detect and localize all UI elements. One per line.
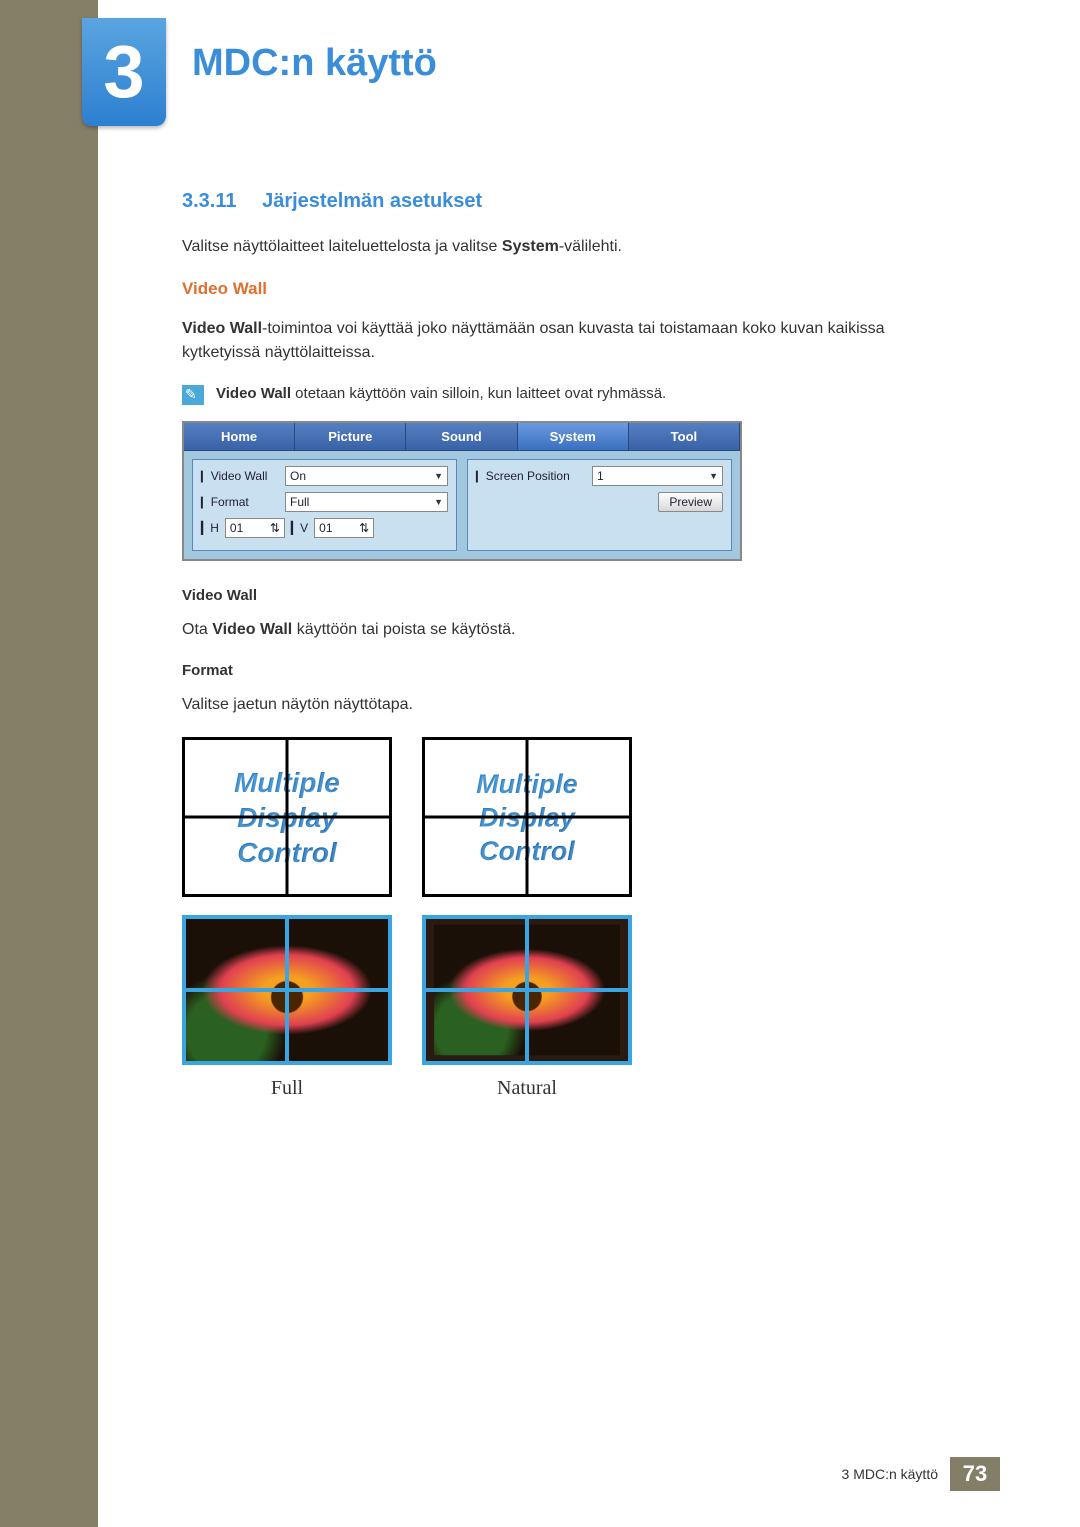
- page-footer: 3 MDC:n käyttö 73: [842, 1457, 1000, 1491]
- ui-right-col: Screen Position 1▼ Preview: [467, 459, 732, 551]
- flower-full-box: [182, 915, 392, 1065]
- intro-paragraph: Valitse näyttölaitteet laiteluettelosta …: [182, 235, 942, 259]
- sidebar-stripe: [0, 0, 98, 1527]
- mdc-natural-box: Multiple Display Control: [422, 737, 632, 897]
- section-heading: 3.3.11 Järjestelmän asetukset: [182, 190, 942, 213]
- mdc-full-box: Multiple Display Control: [182, 737, 392, 897]
- screenpos-label: Screen Position: [476, 469, 586, 483]
- tab-picture[interactable]: Picture: [295, 423, 406, 450]
- h-spinner[interactable]: 01⇅: [225, 518, 285, 538]
- chapter-number-badge: 3: [82, 18, 166, 126]
- flower-natural-box: [422, 915, 632, 1065]
- caption-full: Full: [271, 1077, 303, 1100]
- h-label: ▎H: [201, 521, 219, 535]
- section-title: Järjestelmän asetukset: [262, 190, 482, 212]
- videowall-label: Video Wall: [201, 469, 279, 483]
- spinner-icon: ⇅: [270, 521, 280, 535]
- footer-label: 3 MDC:n käyttö: [842, 1466, 950, 1482]
- format-subtext: Valitse jaetun näytön näyttötapa.: [182, 693, 942, 717]
- v-spinner[interactable]: 01⇅: [314, 518, 374, 538]
- videowall-subheading: Video Wall: [182, 587, 942, 604]
- content-area: 3.3.11 Järjestelmän asetukset Valitse nä…: [182, 190, 942, 1100]
- footer-page-number: 73: [950, 1457, 1000, 1491]
- videowall-subtext: Ota Video Wall käyttöön tai poista se kä…: [182, 618, 942, 642]
- tab-home[interactable]: Home: [184, 423, 295, 450]
- note-row: Video Wall otetaan käyttöön vain silloin…: [182, 385, 942, 405]
- note-icon: [182, 385, 204, 405]
- videowall-heading: Video Wall: [182, 279, 942, 299]
- ui-tabs: Home Picture Sound System Tool: [184, 423, 740, 451]
- caption-natural: Natural: [497, 1077, 557, 1100]
- format-label: Format: [201, 495, 279, 509]
- chapter-title: MDC:n käyttö: [192, 42, 437, 85]
- videowall-description: Video Wall-toimintoa voi käyttää joko nä…: [182, 317, 942, 365]
- tab-tool[interactable]: Tool: [629, 423, 740, 450]
- format-select[interactable]: Full▼: [285, 492, 448, 512]
- chevron-down-icon: ▼: [434, 471, 443, 481]
- chevron-down-icon: ▼: [709, 471, 718, 481]
- screenpos-select[interactable]: 1▼: [592, 466, 723, 486]
- spinner-icon: ⇅: [359, 521, 369, 535]
- v-label: ▎V: [291, 521, 308, 535]
- figure-natural-column: Multiple Display Control Natural: [422, 737, 632, 1100]
- ui-left-col: Video Wall On▼ Format Full▼ ▎H 01⇅ ▎V 01…: [192, 459, 457, 551]
- section-number: 3.3.11: [182, 190, 237, 212]
- preview-button[interactable]: Preview: [658, 492, 723, 512]
- ui-panel-figure: Home Picture Sound System Tool Video Wal…: [182, 421, 742, 561]
- videowall-select[interactable]: On▼: [285, 466, 448, 486]
- figure-full-column: Multiple Display Control Full: [182, 737, 392, 1100]
- tab-sound[interactable]: Sound: [406, 423, 517, 450]
- tab-system[interactable]: System: [518, 423, 629, 450]
- format-subheading: Format: [182, 662, 942, 679]
- format-figure: Multiple Display Control Full Multiple D…: [182, 737, 942, 1100]
- note-text: Video Wall otetaan käyttöön vain silloin…: [216, 385, 666, 402]
- chevron-down-icon: ▼: [434, 497, 443, 507]
